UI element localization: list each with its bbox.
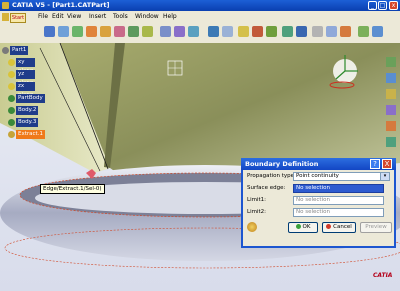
toolbar (0, 23, 400, 44)
plane-icon (8, 71, 15, 78)
pan-icon[interactable] (238, 26, 249, 37)
tree-item-xy-plane[interactable]: xy plane (16, 58, 36, 74)
view-iso-icon[interactable] (208, 26, 219, 37)
limit2-field[interactable]: No selection (293, 208, 384, 217)
edge-tooltip: Edge/Extract.1/Sel-0) (40, 184, 105, 194)
maximize-button[interactable]: □ (378, 1, 387, 10)
tree-item-yz-plane[interactable]: yz plane (16, 70, 36, 86)
ok-label: OK (302, 224, 311, 230)
boundary-definition-dialog: Boundary Definition ? X Propagation type… (241, 158, 396, 248)
close-button[interactable]: x (389, 1, 398, 10)
3d-viewport[interactable]: Part1 xy plane yz plane zx plane PartBod… (0, 43, 400, 291)
part-icon (2, 47, 9, 54)
boundary-tool-icon[interactable] (188, 26, 199, 37)
fit-all-icon[interactable] (222, 26, 233, 37)
measure-icon[interactable] (358, 26, 369, 37)
menu-start[interactable]: Start (10, 13, 26, 23)
rotate-icon[interactable] (252, 26, 263, 37)
body-icon (8, 107, 15, 114)
extrude-tool-icon[interactable] (114, 26, 125, 37)
shading-icon[interactable] (312, 26, 323, 37)
surface-edge-field[interactable]: No selection (293, 184, 384, 193)
window-title: CATIA V5 - [Part1.CATPart] (12, 1, 110, 9)
propagation-select[interactable]: Point continuity ▾ (293, 172, 390, 181)
menu-window[interactable]: Window (135, 13, 159, 20)
tree-item-body3[interactable]: Body.3 (16, 118, 39, 127)
tree-item-partbody[interactable]: PartBody (16, 94, 45, 103)
ok-icon (295, 224, 301, 229)
split-tool-icon[interactable] (174, 26, 185, 37)
minimize-button[interactable]: _ (368, 1, 377, 10)
catia-app-icon (2, 2, 9, 9)
dialog-help-button[interactable]: ? (370, 159, 380, 169)
extract-icon (8, 131, 15, 138)
point-tool-icon[interactable] (72, 26, 83, 37)
line-tool-icon[interactable] (86, 26, 97, 37)
cancel-button[interactable]: Cancel (322, 222, 356, 233)
cancel-label: Cancel (333, 224, 352, 230)
zoom-in-icon[interactable] (266, 26, 277, 37)
preview-button[interactable]: Preview (360, 222, 392, 233)
zoom-out-icon[interactable] (282, 26, 293, 37)
sweep-tool-icon[interactable] (142, 26, 153, 37)
fill-tool-icon[interactable] (128, 26, 139, 37)
ok-button[interactable]: OK (288, 222, 318, 233)
limit1-label: Limit1: (247, 197, 266, 203)
tree-item-zx-plane[interactable]: zx plane (16, 82, 36, 98)
menu-tools[interactable]: Tools (113, 13, 128, 20)
tree-item-extract1[interactable]: Extract.1 (16, 130, 45, 139)
join-tool-icon[interactable] (160, 26, 171, 37)
sketch-tool-icon[interactable] (58, 26, 69, 37)
dialog-close-button[interactable]: X (382, 159, 392, 169)
document-icon (2, 13, 9, 21)
menu-help[interactable]: Help (163, 13, 177, 20)
body-icon (8, 119, 15, 126)
surface-tool-icon[interactable] (100, 26, 111, 37)
surface-edge-label: Surface edge: (247, 185, 286, 191)
chevron-down-icon[interactable]: ▾ (380, 173, 389, 180)
menu-file[interactable]: File (38, 13, 48, 20)
plane-icon (8, 59, 15, 66)
normal-view-icon[interactable] (296, 26, 307, 37)
plane-icon (8, 83, 15, 90)
select-tool-icon[interactable] (44, 26, 55, 37)
limit1-field[interactable]: No selection (293, 196, 384, 205)
cancel-icon (326, 224, 332, 229)
tree-item-part1[interactable]: Part1 (10, 46, 29, 55)
propagation-value: Point continuity (296, 173, 339, 179)
propagation-label: Propagation type: (247, 173, 296, 179)
swap-icon[interactable] (340, 26, 351, 37)
menu-view[interactable]: View (67, 13, 81, 20)
limit2-label: Limit2: (247, 209, 266, 215)
hide-show-icon[interactable] (326, 26, 337, 37)
catia-logo: CATIA (373, 272, 393, 279)
body-icon (8, 95, 15, 102)
tree-item-body2[interactable]: Body.2 (16, 106, 39, 115)
analysis-icon[interactable] (372, 26, 383, 37)
menu-insert[interactable]: Insert (89, 13, 106, 20)
window-titlebar: CATIA V5 - [Part1.CATPart] _ □ x (0, 0, 400, 11)
dialog-decor-icon (247, 222, 257, 232)
menu-edit[interactable]: Edit (52, 13, 64, 20)
